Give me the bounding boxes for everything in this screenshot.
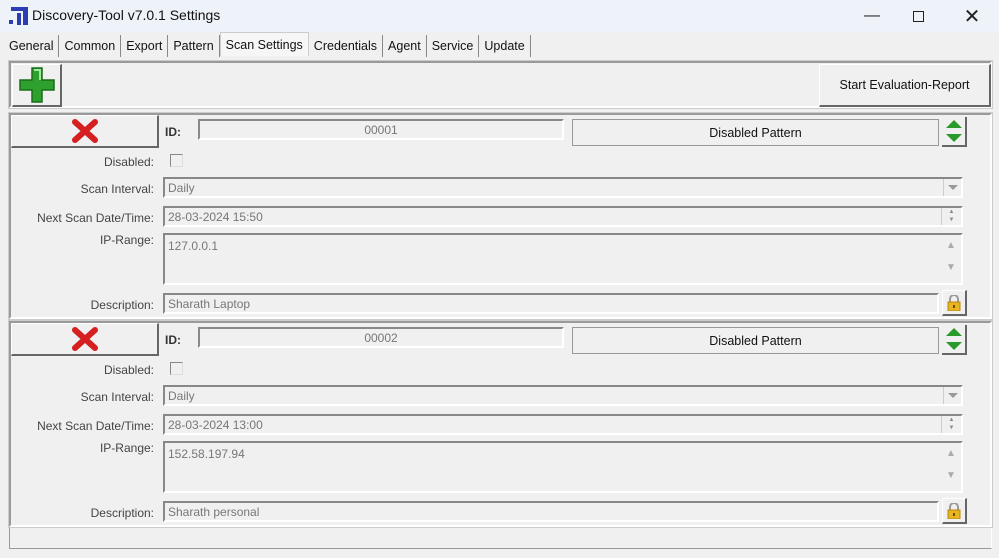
- tab-bar: General Common Export Pattern Scan Settings C…: [4, 32, 531, 58]
- scan-list-footer: [9, 528, 992, 549]
- lock-button[interactable]: [942, 498, 967, 524]
- move-up-icon[interactable]: [946, 328, 962, 336]
- next-scan-label: Next Scan Date/Time:: [37, 419, 154, 433]
- scrollbar[interactable]: ▲ ▼: [941, 443, 961, 491]
- lock-button[interactable]: [942, 290, 967, 316]
- next-scan-field[interactable]: 28-03-2024 13:00 ▲ ▼: [163, 414, 963, 435]
- ip-range-label: IP-Range:: [99, 441, 154, 455]
- scan-interval-value: Daily: [168, 181, 195, 195]
- title-bar: Discovery-Tool v7.0.1 Settings — ✕: [0, 0, 999, 32]
- ip-range-textarea[interactable]: 152.58.197.94 ▲ ▼: [163, 441, 963, 493]
- delete-x-icon: [71, 119, 98, 143]
- chevron-down-icon[interactable]: [943, 387, 961, 404]
- minimize-button[interactable]: —: [849, 0, 895, 32]
- scan-entry: ID: 00002 Disabled Pattern Disabled: Sca…: [8, 320, 993, 528]
- ip-range-value: 127.0.0.1: [168, 239, 219, 253]
- move-down-icon[interactable]: [946, 342, 962, 350]
- description-label: Description:: [90, 506, 154, 520]
- tab-service[interactable]: Service: [426, 35, 480, 57]
- window-title: Discovery-Tool v7.0.1 Settings: [32, 7, 221, 23]
- next-scan-field[interactable]: 28-03-2024 15:50 ▲ ▼: [163, 206, 963, 227]
- scan-interval-value: Daily: [168, 389, 195, 403]
- tab-scan-settings[interactable]: Scan Settings: [219, 32, 309, 56]
- description-label: Description:: [90, 298, 154, 312]
- scan-interval-select[interactable]: Daily: [163, 177, 963, 198]
- move-up-icon[interactable]: [946, 120, 962, 128]
- tab-pattern[interactable]: Pattern: [168, 35, 220, 57]
- next-scan-value: 28-03-2024 13:00: [168, 418, 263, 432]
- delete-scan-button[interactable]: [11, 323, 159, 356]
- delete-x-icon: [71, 327, 98, 351]
- move-down-icon[interactable]: [946, 134, 962, 142]
- tab-update[interactable]: Update: [479, 35, 531, 57]
- id-label: ID:: [165, 333, 181, 347]
- tab-export[interactable]: Export: [121, 35, 169, 57]
- maximize-button[interactable]: [895, 0, 941, 32]
- disabled-checkbox[interactable]: [170, 154, 183, 167]
- spinner-icon[interactable]: ▲ ▼: [941, 416, 961, 433]
- lock-icon: [947, 294, 961, 311]
- ip-range-label: IP-Range:: [99, 233, 154, 247]
- spinner-icon[interactable]: ▲ ▼: [941, 208, 961, 225]
- reorder-buttons: [942, 117, 967, 147]
- tab-credentials[interactable]: Credentials: [308, 35, 384, 57]
- disabled-label: Disabled:: [103, 155, 154, 169]
- reorder-buttons: [942, 325, 967, 355]
- id-label: ID:: [165, 125, 181, 139]
- disabled-checkbox[interactable]: [170, 362, 183, 375]
- scan-interval-select[interactable]: Daily: [163, 385, 963, 406]
- lock-icon: [947, 502, 961, 519]
- next-scan-label: Next Scan Date/Time:: [37, 211, 154, 225]
- chevron-down-icon[interactable]: [943, 179, 961, 196]
- add-scan-button[interactable]: [12, 64, 62, 107]
- disabled-pattern-button[interactable]: Disabled Pattern: [572, 119, 939, 146]
- app-icon: [9, 7, 28, 25]
- scan-interval-label: Scan Interval:: [80, 390, 154, 404]
- tab-common[interactable]: Common: [59, 35, 122, 57]
- next-scan-value: 28-03-2024 15:50: [168, 210, 263, 224]
- plus-icon: [18, 67, 55, 103]
- id-field: 00002: [198, 327, 564, 348]
- toolbar: Start Evaluation-Report: [8, 60, 993, 109]
- ip-range-textarea[interactable]: 127.0.0.1 ▲ ▼: [163, 233, 963, 285]
- scan-entry: ID: 00001 Disabled Pattern Disabled: Sca…: [8, 112, 993, 320]
- scrollbar[interactable]: ▲ ▼: [941, 235, 961, 283]
- close-button[interactable]: ✕: [949, 0, 995, 32]
- delete-scan-button[interactable]: [11, 115, 159, 148]
- description-field[interactable]: Sharath personal: [163, 501, 939, 522]
- start-evaluation-report-button[interactable]: Start Evaluation-Report: [819, 64, 991, 107]
- tab-general[interactable]: General: [4, 35, 60, 57]
- disabled-label: Disabled:: [103, 363, 154, 377]
- tab-agent[interactable]: Agent: [383, 35, 427, 57]
- scan-interval-label: Scan Interval:: [80, 182, 154, 196]
- id-field: 00001: [198, 119, 564, 140]
- disabled-pattern-button[interactable]: Disabled Pattern: [572, 327, 939, 354]
- description-field[interactable]: Sharath Laptop: [163, 293, 939, 314]
- ip-range-value: 152.58.197.94: [168, 447, 245, 461]
